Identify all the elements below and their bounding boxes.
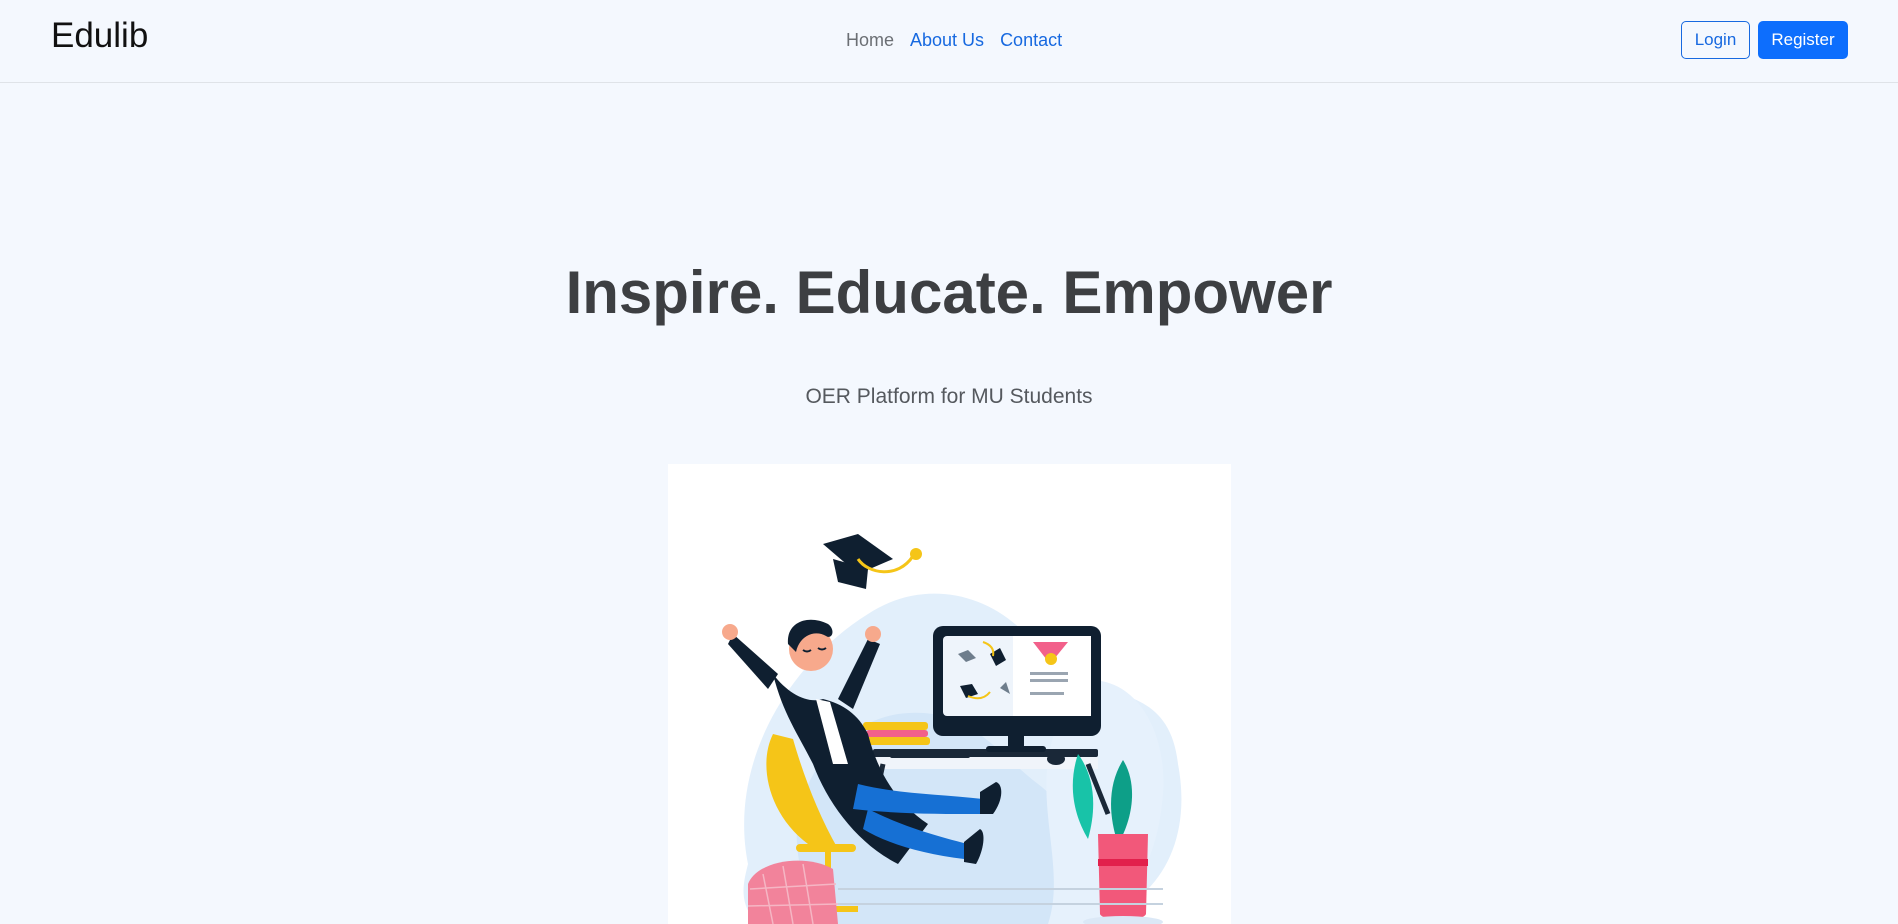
register-button[interactable]: Register: [1758, 21, 1848, 59]
nav-link-home[interactable]: Home: [846, 30, 902, 51]
hero-title: Inspire. Educate. Empower: [565, 259, 1333, 326]
brand-logo[interactable]: Edulib: [51, 16, 148, 56]
hero-illustration: [668, 464, 1231, 924]
login-button[interactable]: Login: [1681, 21, 1750, 59]
navbar: Edulib Home About Us Contact Login Regis…: [0, 0, 1898, 83]
nav-links: Home About Us Contact: [846, 30, 1070, 51]
graduate-illustration-icon: [722, 534, 1182, 924]
nav-link-about-us[interactable]: About Us: [902, 30, 992, 51]
hero-subtitle: OER Platform for MU Students: [805, 385, 1093, 408]
nav-link-contact[interactable]: Contact: [992, 30, 1070, 51]
